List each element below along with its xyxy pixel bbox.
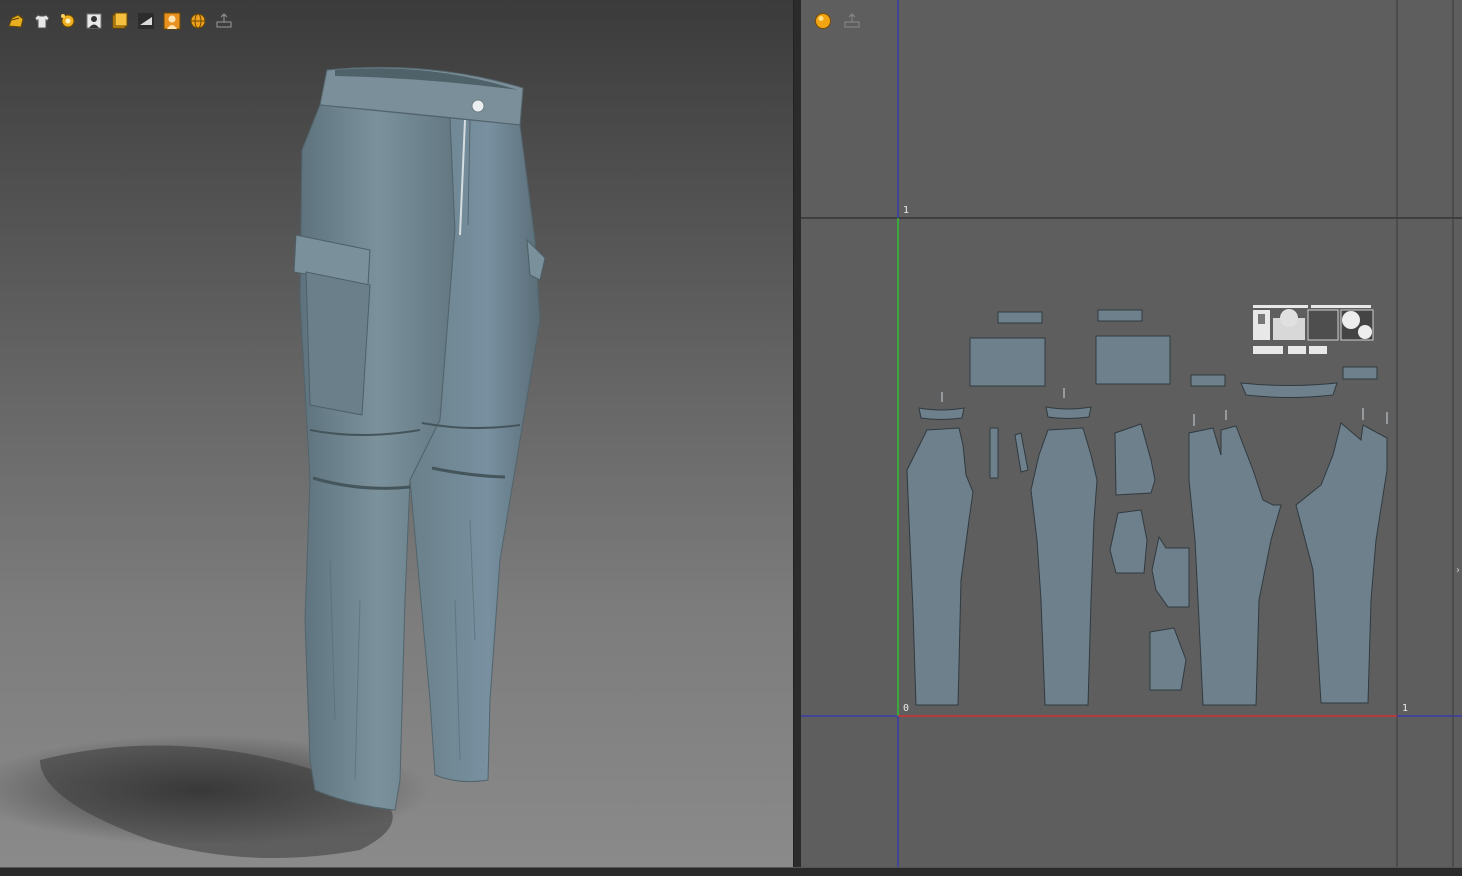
uv-layout-canvas[interactable] — [801, 0, 1462, 867]
uv-trim-strip — [1253, 305, 1308, 308]
uv-piece — [1097, 309, 1143, 322]
uv-trims-atlas — [1253, 305, 1374, 354]
uv-trim-button — [1358, 325, 1372, 339]
uv-piece — [1030, 427, 1098, 706]
uv-piece — [1149, 627, 1187, 691]
uv-piece — [1295, 422, 1388, 704]
uv-piece — [906, 427, 974, 706]
uv-trim-circle — [1280, 309, 1298, 327]
uv-piece — [997, 311, 1043, 324]
uv-trim-strip — [1309, 346, 1327, 354]
uv-trim-strip — [1288, 346, 1306, 354]
uv-piece — [1151, 535, 1190, 608]
uv-piece — [1014, 432, 1029, 473]
uv-piece — [1240, 382, 1338, 398]
uv-label-u-max: 1 — [1402, 703, 1409, 714]
uv-piece — [1095, 335, 1171, 385]
uv-trim-box — [1258, 314, 1265, 324]
uv-trim-button — [1342, 311, 1360, 329]
uv-piece — [989, 427, 999, 479]
uv-label-v-max: 1 — [903, 205, 910, 216]
uv-piece — [1190, 374, 1226, 387]
uv-piece — [918, 407, 965, 420]
3d-viewport[interactable] — [0, 0, 793, 867]
pants-button — [471, 99, 485, 113]
garment-3d-render[interactable] — [0, 0, 793, 867]
uv-piece — [1342, 366, 1378, 380]
uv-trim-strip — [1253, 346, 1283, 354]
uv-piece — [1109, 509, 1148, 574]
uv-label-origin: 0 — [903, 703, 910, 714]
pants-cargo-flap-right — [526, 238, 546, 281]
uv-piece — [969, 337, 1046, 387]
uv-pattern-pieces — [906, 309, 1388, 706]
uv-trim-strip — [1311, 305, 1371, 308]
uv-piece — [1045, 406, 1092, 419]
pants-cargo-pocket-left — [305, 271, 371, 416]
panel-expand-handle[interactable]: › — [1456, 566, 1462, 576]
uv-editor-viewport[interactable]: 1 0 1 › — [801, 0, 1462, 867]
uv-piece — [1188, 425, 1282, 706]
uv-trim-box — [1307, 309, 1339, 341]
uv-piece — [1114, 423, 1156, 496]
